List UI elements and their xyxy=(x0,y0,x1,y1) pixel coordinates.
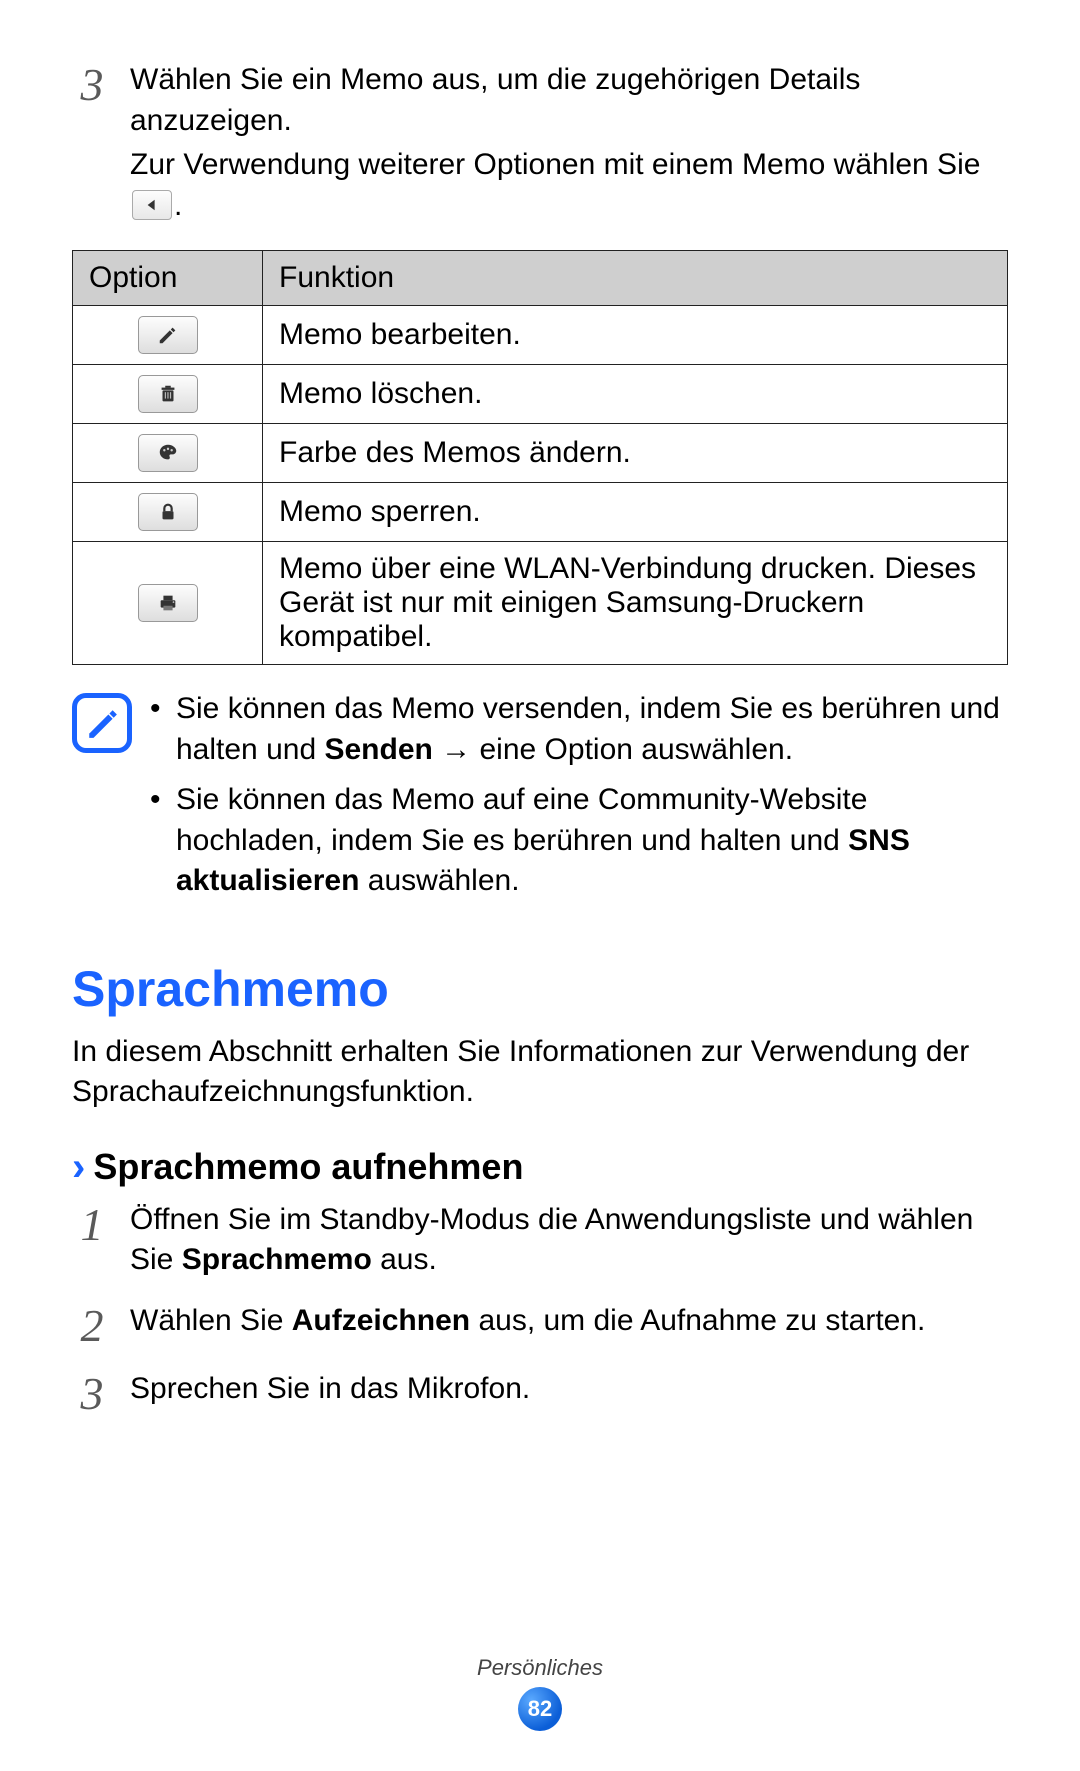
pencil-icon xyxy=(138,316,198,354)
note1c: → eine Option auswählen. xyxy=(433,733,793,766)
subheading: › Sprachmemo aufnehmen xyxy=(72,1145,1008,1190)
step-body: Wählen Sie Aufzeichnen aus, um die Aufna… xyxy=(130,1301,1008,1342)
back-arrow-button[interactable] xyxy=(132,190,172,220)
col-option: Option xyxy=(73,251,263,306)
step-body: Wählen Sie ein Memo aus, um die zugehöri… xyxy=(130,60,1008,230)
s1b: Sprachmemo xyxy=(182,1243,372,1276)
section-intro: In diesem Abschnitt erhalten Sie Informa… xyxy=(72,1032,1008,1113)
lock-icon xyxy=(138,493,198,531)
note2c: auswählen. xyxy=(359,864,519,897)
s2b: Aufzeichnen xyxy=(292,1304,470,1337)
cell-fn-delete: Memo löschen. xyxy=(263,365,1008,424)
cell-fn-lock: Memo sperren. xyxy=(263,483,1008,542)
page-footer: Persönliches 82 xyxy=(0,1655,1080,1731)
cell-icon-color xyxy=(73,424,263,483)
cell-icon-lock xyxy=(73,483,263,542)
step3-line1: Wählen Sie ein Memo aus, um die zugehöri… xyxy=(130,60,1008,141)
note2a: Sie können das Memo auf eine Community-W… xyxy=(176,783,867,857)
footer-category: Persönliches xyxy=(0,1655,1080,1681)
note1b: Senden xyxy=(324,733,432,766)
cell-icon-edit xyxy=(73,306,263,365)
step-number: 3 xyxy=(72,1371,112,1417)
s2a: Wählen Sie xyxy=(130,1304,292,1337)
s2c: aus, um die Aufnahme zu starten. xyxy=(470,1304,925,1337)
section-title: Sprachmemo xyxy=(72,960,1008,1018)
cell-icon-delete xyxy=(73,365,263,424)
options-table: Option Funktion Memo bearbeiten. Memo lö… xyxy=(72,250,1008,665)
note-icon xyxy=(72,693,132,753)
note-item-2: Sie können das Memo auf eine Community-W… xyxy=(150,780,1008,902)
trash-icon xyxy=(138,375,198,413)
note-body: Sie können das Memo versenden, indem Sie… xyxy=(150,689,1008,912)
step-number: 3 xyxy=(72,62,112,108)
cell-icon-print xyxy=(73,542,263,665)
col-function: Funktion xyxy=(263,251,1008,306)
s1c: aus. xyxy=(372,1243,437,1276)
note-item-1: Sie können das Memo versenden, indem Sie… xyxy=(150,689,1008,770)
step-body: Sprechen Sie in das Mikrofon. xyxy=(130,1369,1008,1410)
subheading-text: Sprachmemo aufnehmen xyxy=(93,1146,523,1188)
cell-fn-color: Farbe des Memos ändern. xyxy=(263,424,1008,483)
cell-fn-edit: Memo bearbeiten. xyxy=(263,306,1008,365)
step-body: Öffnen Sie im Standby-Modus die Anwendun… xyxy=(130,1200,1008,1281)
chevron-right-icon: › xyxy=(72,1145,85,1190)
printer-icon xyxy=(138,584,198,622)
step-number: 2 xyxy=(72,1303,112,1349)
cell-fn-print: Memo über eine WLAN-Verbindung drucken. … xyxy=(263,542,1008,665)
step3-line2b: . xyxy=(174,189,182,222)
step-number: 1 xyxy=(72,1202,112,1248)
page-number: 82 xyxy=(518,1687,562,1731)
palette-icon xyxy=(138,434,198,472)
step3-line2a: Zur Verwendung weiterer Optionen mit ein… xyxy=(130,148,980,181)
step3-line2: Zur Verwendung weiterer Optionen mit ein… xyxy=(130,145,1008,226)
